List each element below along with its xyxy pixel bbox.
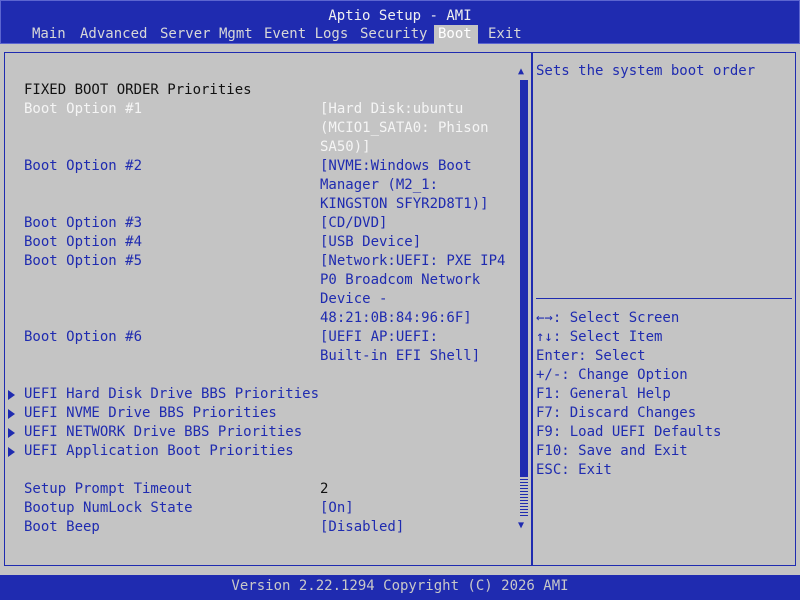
boot-option-3-label[interactable]: Boot Option #3	[24, 214, 142, 233]
tab-boot[interactable]: Boot	[434, 25, 478, 44]
tab-main[interactable]: Main	[28, 25, 70, 44]
tab-security[interactable]: Security	[356, 25, 431, 44]
boot-option-5-value: Device -	[320, 291, 388, 307]
boot-option-4-value[interactable]: [USB Device]	[320, 233, 421, 252]
section-heading: FIXED BOOT ORDER Priorities	[24, 82, 252, 98]
version-footer: Version 2.22.1294 Copyright (C) 2026 AMI	[231, 578, 569, 594]
key-help-item: F7: Discard Changes	[536, 405, 697, 421]
boot-option-6-value[interactable]: [UEFI AP:UEFI:	[320, 328, 438, 347]
submenu-arrow-icon	[8, 428, 15, 438]
submenu-arrow-icon	[8, 409, 15, 419]
boot-option-2-value: KINGSTON SFYR2D8T1)]	[320, 196, 489, 212]
tab-server-mgmt[interactable]: Server Mgmt	[156, 25, 257, 44]
boot-option-1-label[interactable]: Boot Option #1	[24, 100, 142, 119]
submenu-application-boot[interactable]: UEFI Application Boot Priorities	[24, 442, 294, 461]
boot-option-5-value: P0 Broadcom Network	[320, 272, 481, 288]
help-description: Sets the system boot order	[536, 63, 756, 79]
boot-option-5-label[interactable]: Boot Option #5	[24, 252, 142, 271]
key-help-item: ↑↓: Select Item	[536, 329, 663, 345]
key-help-item: ESC: Exit	[536, 462, 612, 478]
boot-option-1-value[interactable]: [Hard Disk:ubuntu	[320, 100, 463, 119]
submenu-network-bbs[interactable]: UEFI NETWORK Drive BBS Priorities	[24, 423, 302, 442]
setup-prompt-timeout-value[interactable]: 2	[320, 480, 328, 499]
help-divider	[536, 298, 792, 299]
tab-exit[interactable]: Exit	[484, 25, 526, 44]
key-help-item: ←→: Select Screen	[536, 310, 680, 326]
tab-advanced[interactable]: Advanced	[76, 25, 151, 44]
boot-option-1-value: (MCIO1_SATA0: Phison	[320, 120, 489, 136]
setup-prompt-timeout-label[interactable]: Setup Prompt Timeout	[24, 480, 193, 499]
submenu-nvme-bbs[interactable]: UEFI NVME Drive BBS Priorities	[24, 404, 277, 423]
key-help-item: F1: General Help	[536, 386, 671, 402]
tab-event-logs[interactable]: Event Logs	[260, 25, 352, 44]
boot-option-5-value: 48:21:0B:84:96:6F]	[320, 310, 472, 326]
boot-option-3-value[interactable]: [CD/DVD]	[320, 214, 387, 233]
boot-option-5-value[interactable]: [Network:UEFI: PXE IP4	[320, 252, 505, 271]
scrollbar-grip	[520, 476, 528, 516]
boot-beep-label[interactable]: Boot Beep	[24, 518, 100, 537]
submenu-hdd-bbs[interactable]: UEFI Hard Disk Drive BBS Priorities	[24, 385, 319, 404]
boot-option-6-value: Built-in EFI Shell]	[320, 348, 481, 364]
key-help-item: Enter: Select	[536, 348, 646, 364]
boot-option-6-label[interactable]: Boot Option #6	[24, 328, 142, 347]
boot-beep-value[interactable]: [Disabled]	[320, 518, 404, 537]
scrollbar-thumb[interactable]	[520, 80, 528, 476]
scroll-down-icon[interactable]: ▼	[518, 520, 524, 532]
boot-option-2-value: Manager (M2_1:	[320, 177, 439, 193]
key-help-item: F10: Save and Exit	[536, 443, 688, 459]
boot-option-2-value[interactable]: [NVME:Windows Boot	[320, 157, 472, 176]
numlock-state-label[interactable]: Bootup NumLock State	[24, 499, 193, 518]
numlock-state-value[interactable]: [On]	[320, 499, 354, 518]
scroll-up-icon[interactable]: ▲	[518, 66, 524, 78]
boot-option-1-value: SA50)]	[320, 139, 371, 155]
submenu-arrow-icon	[8, 390, 15, 400]
app-title: Aptio Setup - AMI	[328, 8, 472, 24]
submenu-arrow-icon	[8, 447, 15, 457]
boot-option-2-label[interactable]: Boot Option #2	[24, 157, 142, 176]
key-help-item: +/-: Change Option	[536, 367, 688, 383]
key-help-item: F9: Load UEFI Defaults	[536, 424, 722, 440]
boot-option-4-label[interactable]: Boot Option #4	[24, 233, 142, 252]
